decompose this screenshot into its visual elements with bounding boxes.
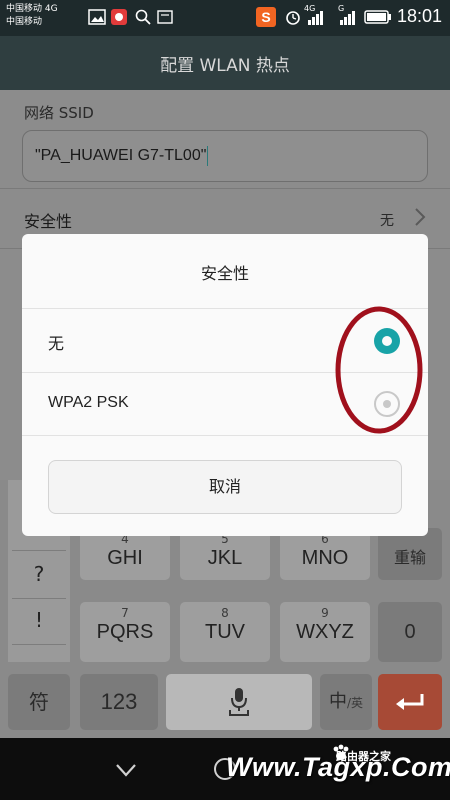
chevron-right-icon[interactable] [412,206,428,228]
option-label: 无 [48,336,65,353]
battery-icon [364,10,391,24]
watermark: Www.Tagxp.Com [226,752,450,782]
key-number: 8 [221,606,229,620]
lang-main: 中 [328,691,347,712]
security-value[interactable]: 无 [380,210,394,230]
page-title: 配置 WLAN 热点 [160,56,290,76]
key-letters: GHI [107,547,143,569]
key-question[interactable]: ? [8,562,70,586]
dialog-title: 安全性 [200,264,249,283]
navigation-bar: 路由器之家 Www.Tagxp.Com [0,738,450,800]
security-label[interactable]: 安全性 [24,208,72,232]
key-symbols[interactable]: 符 [8,674,70,730]
option-label: WPA2 PSK [48,394,129,411]
clock: 18:01 [396,6,442,26]
key-exclamation[interactable]: ! [8,608,70,632]
key-separator [12,550,66,551]
key-letters: JKL [207,547,243,569]
notification-app-icon [111,9,127,25]
sogou-input-icon: S [256,7,276,27]
carrier-secondary: 中国移动 [6,17,43,27]
option-none[interactable]: 无 [22,309,428,372]
alarm-icon [286,11,300,25]
key-letters: MNO [301,547,349,569]
radio-unselected-icon[interactable] [374,391,400,417]
key-separator [12,644,66,645]
ssid-input-value: "PA_HUAWEI G7-TL00" [35,147,207,165]
title-bar: 配置 WLAN 热点 [0,36,450,90]
ssid-input[interactable]: "PA_HUAWEI G7-TL00" [22,130,428,182]
key-number: 9 [321,606,329,620]
key-zero[interactable]: 0 [378,602,442,662]
key-separator [12,598,66,599]
key-voice-space[interactable] [166,674,312,730]
ssid-label: 网络 SSID [24,104,94,122]
radio-selected-icon[interactable] [374,328,400,354]
status-bar: 中国移动 4G 中国移动 S 4G G 18:01 [0,0,450,36]
svg-text:S: S [261,9,270,25]
carrier-info: 中国移动 4G 中国移动 [6,3,58,29]
option-wpa2-psk[interactable]: WPA2 PSK [22,373,428,435]
key-wxyz[interactable]: 9 WXYZ [280,602,370,662]
dialog-divider [22,435,428,436]
search-icon [135,9,151,25]
message-icon [157,10,173,24]
key-letters: TUV [205,621,245,643]
key-tuv[interactable]: 8 TUV [180,602,270,662]
lang-sub: /英 [346,696,364,710]
key-letters: PQRS [96,621,154,643]
signal-g-icon [340,11,355,25]
signal-4g-icon [308,11,323,25]
carrier-primary: 中国移动 4G [6,4,58,14]
form-divider [0,188,450,189]
microphone-icon [229,688,249,716]
key-numbers[interactable]: 123 [80,674,158,730]
enter-icon [396,694,424,710]
key-number: 7 [121,606,129,620]
gallery-icon [88,9,106,25]
key-pqrs[interactable]: 7 PQRS [80,602,170,662]
chevron-down-icon[interactable] [112,756,140,784]
key-language-switch[interactable]: 中/英 [320,674,372,730]
key-letters: WXYZ [296,621,354,643]
cancel-button[interactable]: 取消 [48,460,402,514]
key-enter[interactable] [378,674,442,730]
security-dialog: 安全性 无 WPA2 PSK 取消 [22,234,428,536]
